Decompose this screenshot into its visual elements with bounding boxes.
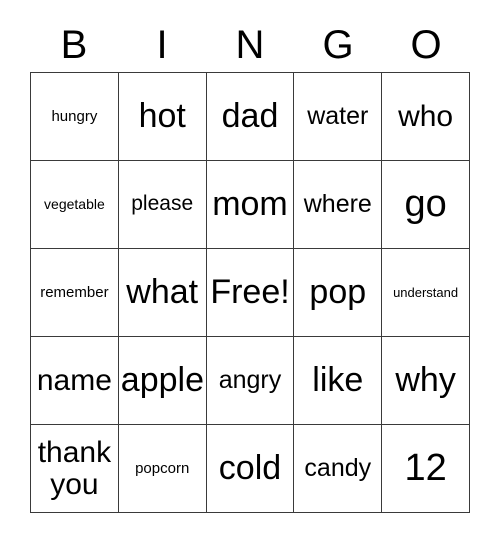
bingo-cell-label: why: [395, 360, 456, 399]
bingo-cell[interactable]: mom: [206, 161, 295, 249]
bingo-grid: hungry hot dad water who vegetable please mom wh…: [30, 72, 470, 513]
bingo-cell-label: 12: [404, 446, 447, 489]
bingo-cell-label: like: [312, 360, 364, 399]
bingo-cell-label: go: [404, 182, 447, 225]
bingo-cell[interactable]: understand: [382, 249, 470, 337]
bingo-cell-label: hungry: [51, 107, 98, 125]
bingo-cell[interactable]: pop: [294, 249, 383, 337]
bingo-cell[interactable]: candy: [294, 425, 383, 513]
bingo-cell-label: thank you: [37, 436, 112, 501]
bingo-cell[interactable]: name: [31, 337, 119, 425]
bingo-cell-label: remember: [40, 283, 109, 301]
bingo-cell-label: dad: [221, 96, 279, 135]
bingo-cell[interactable]: vegetable: [31, 161, 119, 249]
bingo-cell-label: vegetable: [44, 196, 105, 213]
bingo-cell-label: popcorn: [135, 459, 190, 477]
header-letter-g: G: [322, 23, 354, 67]
bingo-cell[interactable]: remember: [31, 249, 119, 337]
header-letter-n: N: [235, 23, 265, 67]
bingo-cell-label: who: [398, 99, 454, 133]
bingo-cell[interactable]: hot: [118, 73, 207, 161]
bingo-header-row: B I N G O: [30, 18, 470, 72]
bingo-cell-label: please: [131, 192, 194, 216]
bingo-cell-label: pop: [309, 272, 367, 311]
bingo-cell[interactable]: why: [382, 337, 470, 425]
bingo-cell[interactable]: apple: [118, 337, 207, 425]
bingo-cell[interactable]: cold: [206, 425, 295, 513]
bingo-card: B I N G O hungry hot dad water who vegetable p…: [0, 0, 500, 544]
bingo-cell-label: angry: [218, 366, 282, 395]
bingo-cell-label: Free!: [210, 272, 290, 311]
header-letter-b: B: [60, 23, 88, 67]
bingo-cell[interactable]: popcorn: [118, 425, 207, 513]
header-letter-o: O: [410, 23, 442, 67]
bingo-cell[interactable]: water: [294, 73, 383, 161]
bingo-cell[interactable]: where: [294, 161, 383, 249]
bingo-cell[interactable]: angry: [206, 337, 295, 425]
header-letter-i: I: [156, 23, 168, 67]
bingo-cell[interactable]: please: [118, 161, 207, 249]
bingo-cell[interactable]: go: [382, 161, 470, 249]
bingo-cell[interactable]: thank you: [31, 425, 119, 513]
bingo-cell[interactable]: dad: [206, 73, 295, 161]
bingo-cell-label: candy: [304, 454, 372, 483]
bingo-cell-label: what: [126, 272, 199, 311]
bingo-cell[interactable]: 12: [382, 425, 470, 513]
bingo-cell-label: understand: [393, 284, 459, 300]
bingo-cell[interactable]: what: [118, 249, 207, 337]
bingo-cell[interactable]: who: [382, 73, 470, 161]
bingo-cell[interactable]: like: [294, 337, 383, 425]
bingo-cell-label: cold: [218, 448, 282, 487]
bingo-cell-label: mom: [212, 184, 288, 223]
bingo-cell[interactable]: hungry: [31, 73, 119, 161]
bingo-cell-label: name: [36, 363, 112, 397]
bingo-cell-free-space[interactable]: Free!: [206, 249, 295, 337]
bingo-cell-label: water: [307, 102, 369, 131]
bingo-cell-label: hot: [138, 96, 186, 135]
bingo-cell-label: where: [303, 190, 372, 219]
bingo-cell-label: apple: [120, 360, 204, 399]
